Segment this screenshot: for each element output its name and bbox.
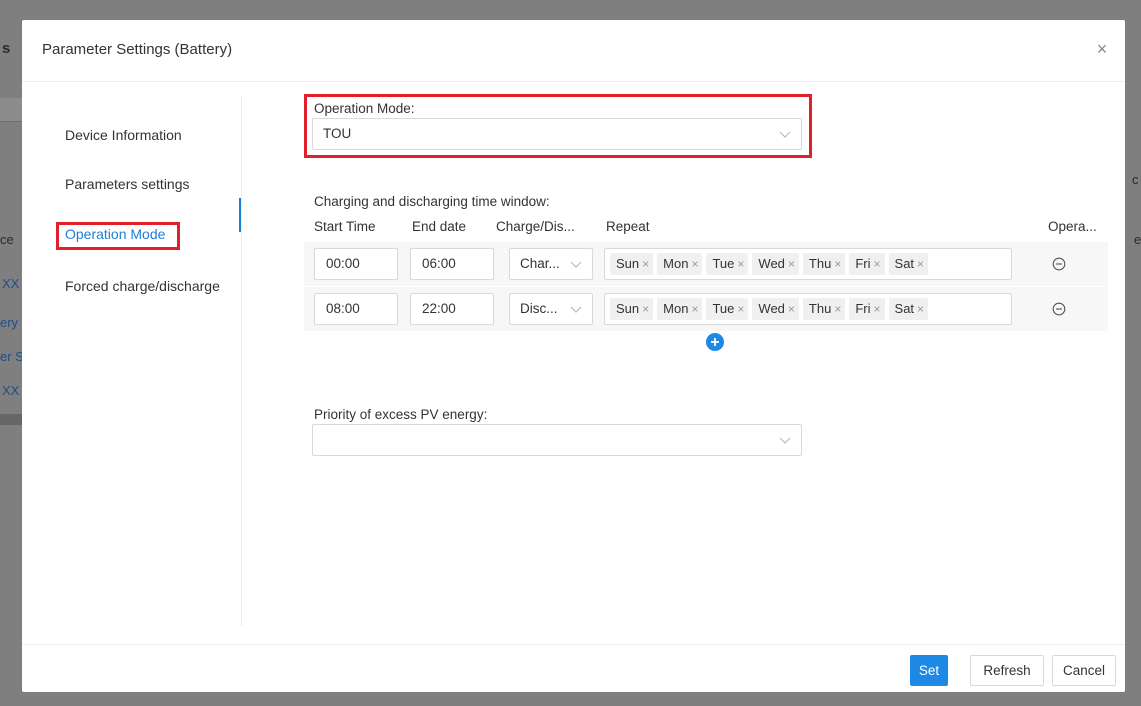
tag-remove-icon[interactable]: × xyxy=(691,257,698,271)
time-window-row: 00:00 06:00 Char... Sun × Mon × Tue × Wed × … xyxy=(304,242,1108,286)
day-tag: Mon × xyxy=(657,253,703,275)
day-tag: Thu × xyxy=(802,253,846,275)
day-tag-label: Sun xyxy=(616,256,640,271)
modal-footer: Set Refresh Cancel xyxy=(22,644,1125,692)
tag-remove-icon[interactable]: × xyxy=(737,257,744,271)
day-tag-label: Sat xyxy=(894,301,915,316)
column-header-operation: Opera... xyxy=(1048,219,1097,234)
day-tag-label: Tue xyxy=(712,256,735,271)
refresh-button[interactable]: Refresh xyxy=(970,655,1044,686)
day-tag: Sat × xyxy=(888,253,929,275)
bg-fragment: XX xyxy=(2,276,20,291)
end-time-input[interactable]: 06:00 xyxy=(410,248,494,280)
bg-fragment: er S xyxy=(0,349,24,364)
column-header-start-time: Start Time xyxy=(314,219,376,234)
pv-priority-select[interactable] xyxy=(312,424,802,456)
pv-priority-label: Priority of excess PV energy: xyxy=(314,407,488,422)
side-nav: Device Information Parameters settings O… xyxy=(22,82,242,642)
bg-fragment: ery xyxy=(0,315,19,330)
modal-header: Parameter Settings (Battery) × xyxy=(22,20,1125,82)
bg-fragment: c xyxy=(1132,172,1139,187)
repeat-days-select[interactable]: Sun × Mon × Tue × Wed × Thu × Fri × Sat × xyxy=(604,248,1012,280)
nav-item-parameters-settings[interactable]: Parameters settings xyxy=(65,176,190,192)
tag-remove-icon[interactable]: × xyxy=(642,257,649,271)
day-tag: Sun × xyxy=(610,298,654,320)
day-tag-label: Mon xyxy=(663,256,689,271)
remove-row-icon[interactable] xyxy=(1052,257,1066,271)
day-tag-label: Fri xyxy=(855,256,871,271)
day-tag-label: Tue xyxy=(712,301,735,316)
tag-remove-icon[interactable]: × xyxy=(917,257,924,271)
time-window-row: 08:00 22:00 Disc... Sun × Mon × Tue × Wed × … xyxy=(304,287,1108,331)
day-tag-label: Mon xyxy=(663,301,689,316)
bg-fragment: e xyxy=(1134,232,1141,247)
operation-mode-value: TOU xyxy=(323,126,352,141)
close-icon[interactable]: × xyxy=(1091,38,1113,60)
charge-discharge-select[interactable]: Char... xyxy=(509,248,593,280)
day-tag-label: Fri xyxy=(855,301,871,316)
tag-remove-icon[interactable]: × xyxy=(874,257,881,271)
day-tag: Sat × xyxy=(888,298,929,320)
charge-discharge-select[interactable]: Disc... xyxy=(509,293,593,325)
day-tag-label: Sun xyxy=(616,301,640,316)
day-tag: Fri × xyxy=(849,298,885,320)
parameter-settings-modal: Parameter Settings (Battery) × Device In… xyxy=(22,20,1125,692)
tag-remove-icon[interactable]: × xyxy=(917,302,924,316)
tag-remove-icon[interactable]: × xyxy=(788,302,795,316)
tag-remove-icon[interactable]: × xyxy=(834,302,841,316)
bg-fragment: ce xyxy=(0,232,14,247)
bg-scrollbar xyxy=(0,414,22,425)
column-header-repeat: Repeat xyxy=(606,219,650,234)
time-window-header: Start Time End date Charge/Dis... Repeat… xyxy=(304,216,1108,242)
charge-discharge-value: Char... xyxy=(520,256,560,271)
chevron-down-icon xyxy=(570,261,582,268)
start-time-input[interactable]: 08:00 xyxy=(314,293,398,325)
tag-remove-icon[interactable]: × xyxy=(737,302,744,316)
chevron-down-icon xyxy=(570,306,582,313)
repeat-days-select[interactable]: Sun × Mon × Tue × Wed × Thu × Fri × Sat × xyxy=(604,293,1012,325)
column-header-charge-discharge: Charge/Dis... xyxy=(496,219,575,234)
day-tag: Sun × xyxy=(610,253,654,275)
nav-item-device-information[interactable]: Device Information xyxy=(65,127,182,143)
add-row-icon[interactable] xyxy=(706,333,724,351)
tag-remove-icon[interactable]: × xyxy=(874,302,881,316)
time-window-label: Charging and discharging time window: xyxy=(314,194,550,209)
day-tag: Tue × xyxy=(706,298,749,320)
day-tag: Thu × xyxy=(802,298,846,320)
nav-divider xyxy=(241,96,242,626)
nav-active-indicator xyxy=(239,198,241,232)
charge-discharge-value: Disc... xyxy=(520,301,558,316)
day-tag: Wed × xyxy=(752,253,799,275)
end-time-input[interactable]: 22:00 xyxy=(410,293,494,325)
tag-remove-icon[interactable]: × xyxy=(691,302,698,316)
day-tag: Mon × xyxy=(657,298,703,320)
operation-mode-select[interactable]: TOU xyxy=(312,118,802,150)
day-tag-label: Thu xyxy=(808,301,832,316)
set-button[interactable]: Set xyxy=(910,655,948,686)
bg-input-strip xyxy=(0,98,22,122)
column-header-end-date: End date xyxy=(412,219,467,234)
remove-row-icon[interactable] xyxy=(1052,302,1066,316)
tag-remove-icon[interactable]: × xyxy=(788,257,795,271)
bg-fragment: XX xyxy=(2,383,20,398)
cancel-button[interactable]: Cancel xyxy=(1052,655,1116,686)
nav-item-operation-mode[interactable]: Operation Mode xyxy=(65,226,165,242)
chevron-down-icon xyxy=(779,131,791,138)
modal-title: Parameter Settings (Battery) xyxy=(42,41,233,58)
day-tag-label: Wed xyxy=(758,256,785,271)
chevron-down-icon xyxy=(779,437,791,444)
start-time-input[interactable]: 00:00 xyxy=(314,248,398,280)
day-tag-label: Wed xyxy=(758,301,785,316)
tag-remove-icon[interactable]: × xyxy=(642,302,649,316)
day-tag: Fri × xyxy=(849,253,885,275)
day-tag: Wed × xyxy=(752,298,799,320)
nav-item-forced-charge-discharge[interactable]: Forced charge/discharge xyxy=(65,278,220,294)
day-tag-label: Sat xyxy=(894,256,915,271)
operation-mode-panel: Operation Mode: TOU Charging and dischar… xyxy=(304,82,1108,642)
day-tag: Tue × xyxy=(706,253,749,275)
operation-mode-label: Operation Mode: xyxy=(314,101,415,116)
bg-fragment: s xyxy=(2,40,11,57)
tag-remove-icon[interactable]: × xyxy=(834,257,841,271)
day-tag-label: Thu xyxy=(808,256,832,271)
